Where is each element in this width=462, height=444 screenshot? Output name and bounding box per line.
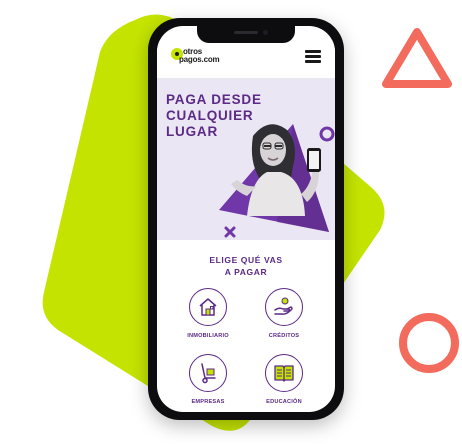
ring-decoration-icon [399,313,459,373]
house-icon [199,298,217,316]
hand-truck-icon [201,363,216,384]
x-mark-icon [224,226,236,238]
category-empresas[interactable]: EMPRESAS [173,354,243,412]
phone-screen: otros pagos.com PAGA DESDE CUALQUIER LUG… [157,26,335,412]
section-title-line1: ELIGE QUÉ VAS [209,255,283,265]
front-camera-icon [263,30,268,35]
category-icon-circle [265,288,303,326]
category-label: EMPRESAS [191,399,225,405]
category-creditos[interactable]: CRÉDITOS [249,288,319,350]
hero-banner: PAGA DESDE CUALQUIER LUGAR [157,78,335,240]
speaker-grille [234,31,258,34]
category-inmobiliario[interactable]: INMOBILIARIO [173,288,243,350]
section-title-line2: A PAGAR [224,267,268,277]
purple-ring-icon [319,126,335,142]
phone-notch [197,26,295,43]
hand-coin-icon [274,297,293,315]
category-label: INMOBILIARIO [187,333,229,339]
otrospagos-logo[interactable]: otros pagos.com [171,46,231,76]
category-educacion[interactable]: EDUCACIÓN [249,354,319,412]
category-icon-circle [265,354,303,392]
category-label: EDUCACIÓN [266,399,302,405]
hero-illustration [219,124,335,238]
category-label: CRÉDITOS [268,333,300,339]
logo-text-line2: pagos.com [179,55,220,64]
phone-frame: otros pagos.com PAGA DESDE CUALQUIER LUG… [148,18,344,420]
open-book-icon [274,365,294,382]
triangle-decoration-icon [382,28,452,88]
category-icon-circle [189,288,227,326]
hamburger-menu-icon[interactable] [305,49,321,63]
section-title: ELIGE QUÉ VAS A PAGAR [157,254,335,278]
category-icon-circle [189,354,227,392]
top-navigation-bar: otros pagos.com [157,40,335,78]
